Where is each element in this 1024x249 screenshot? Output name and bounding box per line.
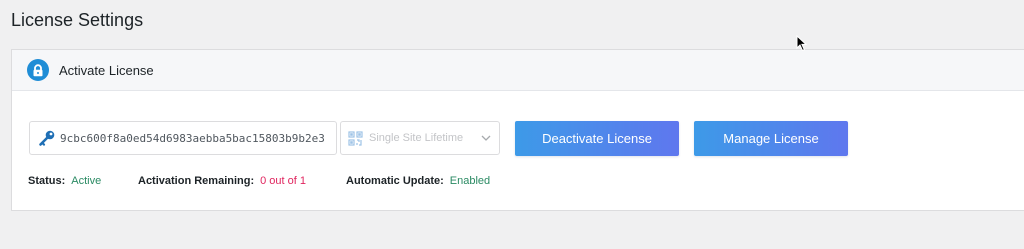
automatic-update-value: Enabled [449, 175, 491, 187]
plan-select[interactable]: Single Site Lifetime [340, 121, 500, 155]
deactivate-license-button[interactable]: Deactivate License [515, 121, 679, 156]
qr-code-icon [348, 130, 363, 146]
mouse-cursor-icon [796, 34, 808, 57]
license-card: Activate License Single Site L [11, 49, 1024, 211]
card-header-title: Activate License [59, 62, 154, 78]
activation-remaining-item: Activation Remaining: 0 out of 1 [138, 175, 306, 188]
automatic-update-item: Automatic Update: Enabled [346, 175, 490, 188]
automatic-update-label: Automatic Update: [346, 175, 444, 187]
manage-license-button[interactable]: Manage License [694, 121, 848, 156]
activation-remaining-value: 0 out of 1 [260, 175, 306, 187]
activation-remaining-label: Activation Remaining: [138, 175, 255, 187]
status-label: Status: [28, 175, 66, 187]
chevron-down-icon [481, 135, 491, 141]
license-key-input[interactable] [60, 131, 330, 145]
card-header: Activate License [12, 50, 1024, 91]
license-key-field[interactable] [29, 121, 337, 155]
status-value: Active [71, 175, 102, 187]
plan-select-value: Single Site Lifetime [369, 132, 464, 144]
lock-icon [27, 59, 49, 81]
page-title: License Settings [11, 10, 144, 30]
key-icon [38, 129, 56, 147]
status-item: Status: Active [28, 175, 101, 188]
